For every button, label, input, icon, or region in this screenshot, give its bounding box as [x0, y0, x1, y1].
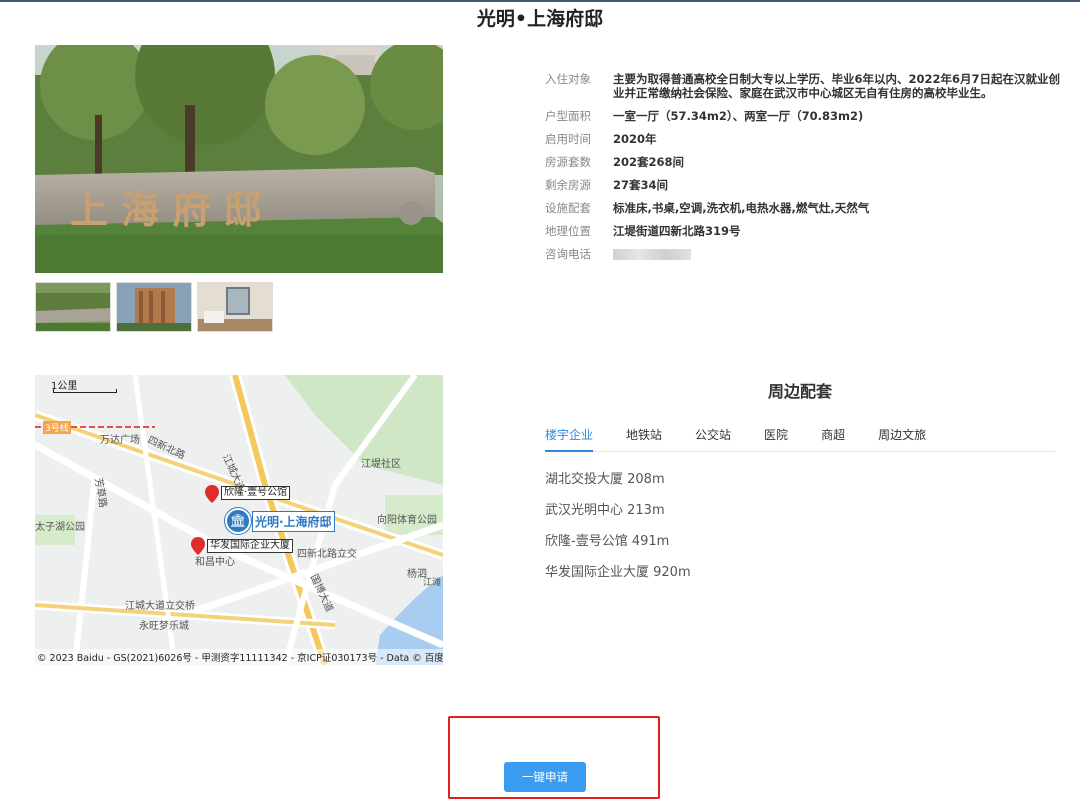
list-item: 欣隆-壹号公馆 491m: [545, 534, 670, 549]
sign-text: 上 海 府 邸: [70, 187, 262, 232]
info-row-start: 启用时间 2020年: [545, 132, 1060, 146]
blur-mask: [613, 249, 691, 260]
info-label: 户型面积: [545, 109, 591, 123]
info-row-area: 户型面积 一室一厅（57.34m2）、两室一厅（70.83m2): [545, 109, 1060, 123]
thumbnail-sign[interactable]: [35, 282, 111, 332]
map-label-hechang: 和昌中心: [195, 557, 235, 568]
poi-box-xinlong[interactable]: 欣隆·壹号公馆: [221, 486, 291, 500]
map-scale-bar: [53, 389, 117, 393]
tab-supermarket[interactable]: 商超: [821, 426, 845, 452]
housing-info: 入住对象 主要为取得普通高校全日制大专以上学历、毕业6年以内、2022年6月7日…: [545, 72, 1060, 270]
tab-culture-tourism[interactable]: 周边文旅: [878, 426, 926, 452]
nearby-title: 周边配套: [767, 382, 832, 401]
main-photo: 上 海 府 邸: [35, 45, 443, 273]
map-label-yongwang: 永旺梦乐城: [139, 621, 189, 632]
poi-box-huafa[interactable]: 华发国际企业大厦: [207, 539, 293, 553]
list-item: 湖北交投大厦 208m: [545, 472, 665, 487]
tab-office-buildings[interactable]: 楼宇企业: [545, 426, 594, 452]
tab-bus[interactable]: 公交站: [695, 426, 731, 452]
map-label-taizi: 太子湖公园: [35, 522, 85, 533]
page-title: 光明•上海府邸: [476, 8, 604, 30]
poi-pin-icon[interactable]: [191, 537, 205, 555]
metro-line-badge: 3号线: [43, 421, 71, 434]
info-label: 入住对象: [545, 72, 591, 86]
info-value: 江堤街道四新北路319号: [613, 224, 741, 238]
map-copyright: © 2023 Baidu - GS(2021)6026号 - 甲测资字11111…: [35, 649, 443, 665]
tab-hospital[interactable]: 医院: [764, 426, 788, 452]
info-label: 房源套数: [545, 155, 591, 169]
nearby-tabs: 楼宇企业 地铁站 公交站 医院 商超 周边文旅: [545, 426, 1055, 452]
info-value: 27套34间: [613, 178, 669, 192]
phone-value-blurred: [613, 247, 1060, 261]
info-label: 地理位置: [545, 224, 591, 238]
info-value: 2020年: [613, 132, 657, 146]
list-item: 武汉光明中心 213m: [545, 503, 665, 518]
info-label: 咨询电话: [545, 247, 591, 261]
thumbnail-room[interactable]: [197, 282, 273, 332]
poi-pin-icon[interactable]: [205, 485, 219, 503]
thumbnail-building[interactable]: [116, 282, 192, 332]
map-label-xiangyang: 向阳体育公园: [377, 515, 437, 526]
location-map[interactable]: 1公里 3号线 万达广场 四新北路 江城大道 江堤社区 向阳体育公园 太子湖公园…: [35, 375, 443, 665]
info-value: 一室一厅（57.34m2）、两室一厅（70.83m2): [613, 109, 864, 123]
top-border: [0, 0, 1080, 2]
info-row-phone: 咨询电话: [545, 247, 1060, 261]
map-label-jiangtan: 江滩: [423, 578, 442, 588]
info-label: 剩余房源: [545, 178, 591, 192]
info-value: 标准床,书桌,空调,洗衣机,电热水器,燃气灶,天然气: [613, 201, 870, 215]
nearby-list: 湖北交投大厦 208m 武汉光明中心 213m 欣隆-壹号公馆 491m 华发国…: [545, 472, 691, 596]
main-marker-label: 光明·上海府邸: [252, 510, 335, 532]
info-value: 主要为取得普通高校全日制大专以上学历、毕业6年以内、2022年6月7日起在汉就业…: [613, 72, 1061, 100]
info-label: 启用时间: [545, 132, 591, 146]
building-icon: 🏛: [225, 508, 251, 534]
list-item: 华发国际企业大厦 920m: [545, 565, 691, 580]
info-label: 设施配套: [545, 201, 591, 215]
info-value: 202套268间: [613, 155, 685, 169]
info-row-location: 地理位置 江堤街道四新北路319号: [545, 224, 1060, 238]
info-row-target: 入住对象 主要为取得普通高校全日制大专以上学历、毕业6年以内、2022年6月7日…: [545, 72, 1060, 100]
map-label-wanda: 万达广场: [100, 435, 140, 446]
map-label-jiangcheng-interchange: 江城大道立交桥: [125, 601, 195, 612]
map-label-jiangti: 江堤社区: [361, 459, 401, 470]
info-row-units: 房源套数 202套268间: [545, 155, 1060, 169]
info-row-facilities: 设施配套 标准床,书桌,空调,洗衣机,电热水器,燃气灶,天然气: [545, 201, 1060, 215]
apply-button[interactable]: 一键申请: [504, 762, 586, 792]
thumbnail-strip: [35, 282, 273, 332]
tab-metro[interactable]: 地铁站: [626, 426, 662, 452]
map-road-sixin-interchange: 四新北路立交: [297, 549, 357, 560]
info-row-remaining: 剩余房源 27套34间: [545, 178, 1060, 192]
main-location-marker[interactable]: 🏛 光明·上海府邸: [225, 508, 335, 534]
